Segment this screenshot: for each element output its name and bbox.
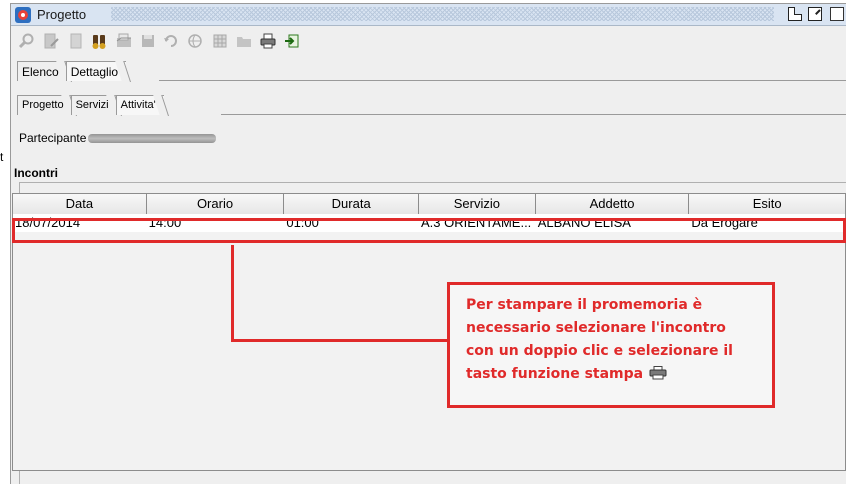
table-header: Data Orario Durata Servizio Addetto Esit…: [13, 194, 845, 214]
column-header-data[interactable]: Data: [13, 194, 147, 214]
screenshot-stage: t Progetto Elenco Dettaglio Progetto Ser…: [0, 0, 846, 484]
row-highlight-annotation: [12, 218, 846, 243]
participant-name-redacted: [88, 134, 217, 144]
globe-icon[interactable]: [186, 32, 204, 50]
incontri-legend: Incontri: [12, 166, 60, 180]
folder-open-icon[interactable]: [115, 32, 133, 50]
tab-servizi[interactable]: Servizi: [70, 95, 117, 115]
new-document-icon[interactable]: [67, 32, 85, 50]
printer-icon[interactable]: [259, 32, 277, 50]
callout-text: Per stampare il promemoria è necessario …: [466, 294, 776, 386]
maximize-window-icon[interactable]: [808, 7, 822, 21]
instruction-callout: Per stampare il promemoria è necessario …: [447, 282, 775, 408]
titlebar-pattern: [111, 7, 774, 21]
participant-row: Partecipante: [19, 131, 217, 145]
inner-tabs: Progetto Servizi Attivita': [17, 93, 164, 115]
save-icon[interactable]: [139, 32, 157, 50]
column-header-orario[interactable]: Orario: [146, 194, 285, 214]
toolbar: [11, 26, 846, 56]
tab-elenco[interactable]: Elenco: [17, 61, 67, 81]
inner-tabs-baseline: [221, 114, 846, 115]
callout-line-with-icon: tasto funzione stampa: [466, 363, 776, 386]
annotation-connector-vertical: [231, 245, 234, 342]
window-title: Progetto: [37, 7, 87, 22]
column-header-esito[interactable]: Esito: [689, 194, 845, 214]
annotation-connector-horizontal: [231, 339, 448, 342]
tab-dettaglio[interactable]: Dettaglio: [65, 61, 127, 81]
undo-icon[interactable]: [162, 32, 180, 50]
export-icon[interactable]: [283, 32, 301, 50]
app-icon: [15, 7, 31, 23]
callout-line: Per stampare il promemoria è: [466, 297, 703, 313]
edit-icon[interactable]: [42, 32, 60, 50]
search-icon[interactable]: [17, 32, 35, 50]
close-window-icon[interactable]: [830, 7, 844, 21]
background-window-text: t: [0, 150, 4, 164]
outer-tabs-baseline: [159, 80, 846, 81]
callout-line: con un doppio clic e selezionare il: [466, 343, 733, 359]
column-header-durata[interactable]: Durata: [284, 194, 420, 214]
printer-icon: [649, 365, 667, 380]
callout-line: necessario selezionare l'incontro: [466, 320, 726, 336]
tab-progetto[interactable]: Progetto: [17, 95, 72, 115]
column-header-addetto[interactable]: Addetto: [535, 194, 690, 214]
binoculars-icon[interactable]: [91, 32, 109, 50]
background-window-strip: t: [0, 0, 10, 484]
window-titlebar[interactable]: Progetto: [11, 4, 846, 26]
grid-icon[interactable]: [211, 32, 229, 50]
callout-line: tasto funzione stampa: [466, 366, 644, 382]
column-header-servizio[interactable]: Servizio: [419, 194, 536, 214]
folder-icon[interactable]: [235, 32, 253, 50]
participant-label: Partecipante: [19, 131, 87, 145]
tab-attivita[interactable]: Attivita': [115, 95, 164, 115]
outer-tabs: Elenco Dettaglio: [17, 59, 127, 81]
restore-window-icon[interactable]: [788, 7, 802, 21]
